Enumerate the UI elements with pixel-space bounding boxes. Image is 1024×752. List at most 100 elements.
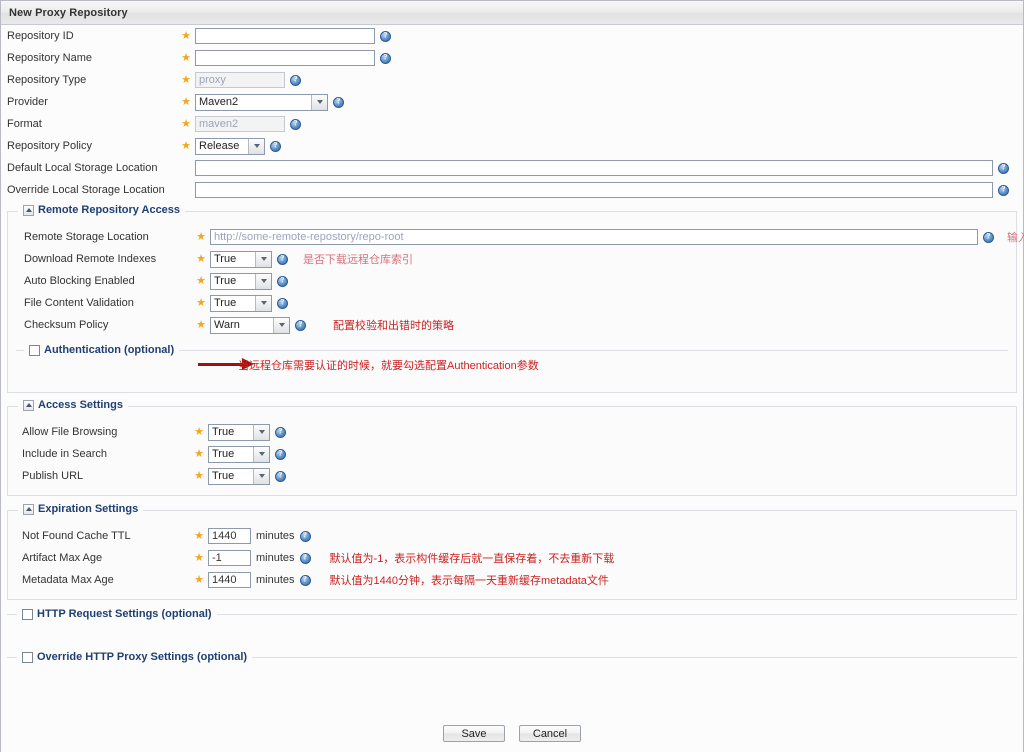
chevron-down-icon[interactable] <box>255 251 271 267</box>
form-row: Metadata Max Age ★ 1440 minutes? 默认值为1440分钟，… <box>8 569 1016 591</box>
input-default-local-storage-location[interactable] <box>195 160 993 176</box>
collapsed-section-header[interactable]: HTTP Request Settings (optional) <box>17 608 217 620</box>
field-unit: minutes <box>256 552 295 564</box>
form-row: Repository Name ★? <box>1 47 1023 69</box>
chevron-down-icon[interactable] <box>248 138 264 154</box>
authentication-checkbox[interactable] <box>29 344 40 356</box>
chevron-down-icon[interactable] <box>253 446 269 462</box>
select-provider[interactable]: Maven2 <box>195 93 328 111</box>
chevron-down-icon[interactable] <box>253 468 269 484</box>
collapsed-section[interactable]: Override HTTP Proxy Settings (optional) <box>7 651 1017 678</box>
field-control: ? <box>195 182 1009 198</box>
input-metadata-max-age[interactable]: 1440 <box>208 572 251 588</box>
help-icon[interactable]: ? <box>299 574 311 586</box>
field-unit: minutes <box>256 574 295 586</box>
collapse-toggle-icon[interactable] <box>23 503 34 515</box>
field-label: Repository Type <box>7 74 87 86</box>
repository-form: Repository ID ★? Repository Name ★? Reposito… <box>1 25 1024 752</box>
help-icon[interactable]: ? <box>299 552 311 564</box>
help-icon[interactable]: ? <box>380 30 391 42</box>
select-checksum-policy[interactable]: Warn <box>210 316 290 334</box>
select-auto-blocking-enabled[interactable]: True <box>210 272 272 290</box>
section-remote-repository-access: Remote Repository Access Remote Storage … <box>7 204 1024 393</box>
section-access-title: Access Settings <box>38 399 123 411</box>
form-row: Include in Search ★ True? <box>8 443 1016 465</box>
form-row: Download Remote Indexes ★ True? 是否下载远程仓库索引 <box>8 248 1016 270</box>
required-star-icon: ★ <box>181 117 191 130</box>
required-star-icon: ★ <box>181 29 191 42</box>
select-allow-file-browsing[interactable]: True <box>208 423 270 441</box>
form-row: Repository ID ★? <box>1 25 1023 47</box>
input-artifact-max-age[interactable]: -1 <box>208 550 251 566</box>
field-control: 1440 minutes? <box>208 528 311 544</box>
required-star-icon: ★ <box>181 139 191 152</box>
input-remote-storage-location[interactable]: http://some-remote-repostory/repo-root <box>210 229 978 245</box>
collapsed-section-header[interactable]: Override HTTP Proxy Settings (optional) <box>17 651 253 663</box>
select-download-remote-indexes[interactable]: True <box>210 250 272 268</box>
help-icon[interactable]: ? <box>380 52 391 64</box>
field-control: Release? <box>195 137 281 155</box>
form-row: Repository Policy ★ Release? <box>1 135 1023 157</box>
input-repository-id[interactable] <box>195 28 375 44</box>
help-icon[interactable]: ? <box>277 275 288 287</box>
field-label: Publish URL <box>22 470 84 482</box>
select-file-content-validation[interactable]: True <box>210 294 272 312</box>
input-repository-name[interactable] <box>195 50 375 66</box>
help-icon[interactable]: ? <box>998 162 1009 174</box>
chevron-down-icon[interactable] <box>255 295 271 311</box>
authentication-annotation: 当远程仓库需要认证的时候，就要勾选配置Authentication参数 <box>238 360 539 372</box>
help-icon[interactable]: ? <box>290 118 301 130</box>
select-include-in-search[interactable]: True <box>208 445 270 463</box>
help-icon[interactable]: ? <box>275 470 286 482</box>
section-expiration-title: Expiration Settings <box>38 503 139 515</box>
required-star-icon: ★ <box>194 573 204 586</box>
form-row: Default Local Storage Location★? <box>1 157 1023 179</box>
input-override-local-storage-location[interactable] <box>195 182 993 198</box>
section-access-settings: Access Settings Allow File Browsing ★ True… <box>7 399 1017 496</box>
help-icon[interactable]: ? <box>295 319 306 331</box>
section-enable-checkbox[interactable] <box>22 608 33 620</box>
select-value: True <box>212 448 235 460</box>
authentication-header[interactable]: Authentication (optional) <box>24 344 180 356</box>
help-icon[interactable]: ? <box>270 140 281 152</box>
cancel-button[interactable]: Cancel <box>519 725 581 742</box>
section-enable-checkbox[interactable] <box>22 651 33 663</box>
collapse-toggle-icon[interactable] <box>23 204 34 216</box>
help-icon[interactable]: ? <box>299 530 311 542</box>
form-row: Not Found Cache TTL ★ 1440 minutes? <box>8 525 1016 547</box>
form-row: Artifact Max Age ★ -1 minutes? 默认值为-1，表示构件缓存… <box>8 547 1016 569</box>
required-star-icon: ★ <box>194 447 204 460</box>
field-label: Include in Search <box>22 448 107 460</box>
chevron-down-icon[interactable] <box>273 317 289 333</box>
help-icon[interactable]: ? <box>275 426 286 438</box>
section-access-header[interactable]: Access Settings <box>18 399 128 411</box>
chevron-down-icon[interactable] <box>255 273 271 289</box>
input-not-found-cache-ttl[interactable]: 1440 <box>208 528 251 544</box>
chevron-down-icon[interactable] <box>253 424 269 440</box>
required-star-icon: ★ <box>181 95 191 108</box>
collapse-toggle-icon[interactable] <box>23 399 34 411</box>
collapsed-section[interactable]: HTTP Request Settings (optional) <box>7 608 1017 635</box>
help-icon[interactable]: ? <box>277 297 288 309</box>
remote-fields-group: Remote Storage Location ★ http://some-remo… <box>8 226 1024 336</box>
help-icon[interactable]: ? <box>290 74 301 86</box>
help-icon[interactable]: ? <box>983 231 994 243</box>
help-icon[interactable]: ? <box>333 96 344 108</box>
chevron-down-icon[interactable] <box>311 94 327 110</box>
section-expiration-settings: Expiration Settings Not Found Cache TTL ★… <box>7 503 1017 600</box>
select-value: True <box>214 297 237 309</box>
select-publish-url[interactable]: True <box>208 467 270 485</box>
save-button[interactable]: Save <box>443 725 505 742</box>
help-icon[interactable]: ? <box>998 184 1009 196</box>
required-star-icon: ★ <box>196 274 206 287</box>
field-control: Warn? 配置校验和出错时的策略 <box>210 316 454 334</box>
select-repository-policy[interactable]: Release <box>195 137 265 155</box>
help-icon[interactable]: ? <box>275 448 286 460</box>
help-icon[interactable]: ? <box>277 253 288 265</box>
section-expiration-header[interactable]: Expiration Settings <box>18 503 144 515</box>
field-unit: minutes <box>256 530 295 542</box>
window-title: New Proxy Repository <box>9 6 128 19</box>
input-format: maven2 <box>195 116 285 132</box>
section-remote-header[interactable]: Remote Repository Access <box>18 204 186 216</box>
required-star-icon: ★ <box>194 425 204 438</box>
